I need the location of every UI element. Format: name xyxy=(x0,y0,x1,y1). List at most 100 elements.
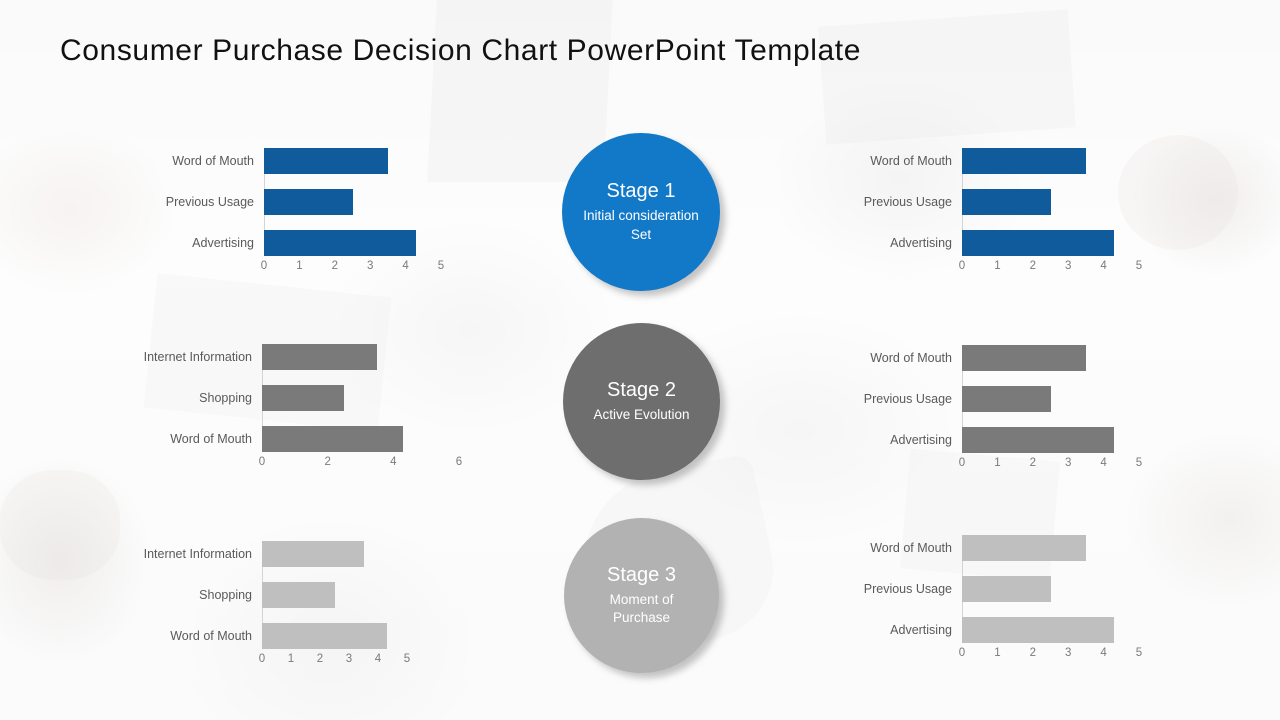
axis-tick-label: 4 xyxy=(1100,647,1107,659)
stage-title: Stage 3 xyxy=(607,563,676,586)
axis-tick-label: 4 xyxy=(1100,457,1107,469)
axis-tick-label: 0 xyxy=(258,456,266,468)
slide-canvas: Consumer Purchase Decision Chart PowerPo… xyxy=(0,0,1280,720)
bar-track xyxy=(262,623,407,649)
bar-chart-middle-right: Word of Mouth Previous Usage Advertising 0 1… xyxy=(812,345,1143,475)
axis-tick-label: 0 xyxy=(958,647,966,659)
bar-track xyxy=(262,385,459,411)
bar-chart-bottom-right: Word of Mouth Previous Usage Advertising 0 1… xyxy=(812,535,1143,665)
bar-fill xyxy=(962,189,1051,215)
bar-row: Previous Usage xyxy=(166,189,441,215)
bar-category-label: Shopping xyxy=(199,588,252,602)
bar-fill xyxy=(262,582,335,608)
bar-category-label: Previous Usage xyxy=(863,195,952,209)
bar-fill xyxy=(264,189,353,215)
stage-circle-3[interactable]: Stage 3 Moment of Purchase xyxy=(564,518,719,673)
bar-category-label: Advertising xyxy=(890,623,952,637)
axis-tick-label: 4 xyxy=(390,456,397,468)
axis-tick-label: 5 xyxy=(1135,647,1143,659)
bar-category-label: Advertising xyxy=(192,236,254,250)
plot-area: Word of Mouth Previous Usage Advertising xyxy=(864,148,1139,256)
axis-tick-label: 0 xyxy=(958,260,966,272)
bar-fill xyxy=(962,148,1086,174)
axis-tick-label: 5 xyxy=(1135,260,1143,272)
bar-row: Advertising xyxy=(890,230,1139,256)
bar-chart-bottom-left: Internet Information Shopping Word of Mout… xyxy=(112,541,410,671)
bar-fill xyxy=(262,426,404,452)
axis-tick-label: 1 xyxy=(994,457,1001,469)
axis-tick-label: 1 xyxy=(296,260,303,272)
bar-category-label: Word of Mouth xyxy=(172,154,254,168)
bar-row: Word of Mouth xyxy=(170,426,459,452)
bar-category-label: Word of Mouth xyxy=(870,154,952,168)
x-axis-ticks: 0 1 2 3 4 5 xyxy=(259,653,410,671)
bar-chart-top-left: Word of Mouth Previous Usage Advertising 0 1… xyxy=(114,148,445,278)
bar-track xyxy=(962,617,1139,643)
axis-tick-label: 2 xyxy=(1029,260,1036,272)
axis-tick-label: 2 xyxy=(316,653,324,665)
axis-tick-label: 2 xyxy=(1029,647,1036,659)
bar-fill xyxy=(262,623,387,649)
bar-category-label: Previous Usage xyxy=(863,392,952,406)
bar-row: Word of Mouth xyxy=(172,148,441,174)
axis-tick-label: 3 xyxy=(1064,647,1072,659)
bar-fill xyxy=(262,385,345,411)
axis-tick-label: 3 xyxy=(1064,457,1072,469)
axis-tick-label: 4 xyxy=(374,653,382,665)
axis-tick-label: 4 xyxy=(1100,260,1107,272)
axis-tick-label: 4 xyxy=(402,260,409,272)
bar-category-label: Advertising xyxy=(890,236,952,250)
stage-circle-2[interactable]: Stage 2 Active Evolution xyxy=(563,323,720,480)
bar-row: Internet Information xyxy=(144,344,459,370)
bar-fill xyxy=(264,230,417,256)
bar-track xyxy=(962,535,1139,561)
axis-tick-label: 2 xyxy=(324,456,331,468)
bar-chart-top-right: Word of Mouth Previous Usage Advertising 0 1… xyxy=(812,148,1143,278)
bar-row: Shopping xyxy=(199,582,407,608)
bar-track xyxy=(264,148,441,174)
bar-row: Advertising xyxy=(192,230,441,256)
plot-area: Word of Mouth Previous Usage Advertising xyxy=(864,535,1139,643)
bar-fill xyxy=(962,386,1051,412)
bar-category-label: Advertising xyxy=(890,433,952,447)
bar-fill xyxy=(264,148,388,174)
bar-fill xyxy=(962,535,1086,561)
bar-chart-middle-left: Internet Information Shopping Word of Mout… xyxy=(112,344,462,474)
bar-category-label: Internet Information xyxy=(143,350,252,364)
x-axis-ticks: 0 2 4 6 xyxy=(258,456,462,474)
axis-tick-label: 5 xyxy=(1135,457,1143,469)
bar-track xyxy=(262,541,407,567)
axis-tick-label: 3 xyxy=(345,653,353,665)
stage-circle-1[interactable]: Stage 1 Initial consideration Set xyxy=(562,133,720,291)
bar-track xyxy=(962,427,1139,453)
bar-category-label: Word of Mouth xyxy=(870,541,952,555)
bar-row: Word of Mouth xyxy=(870,535,1139,561)
stage-subtitle: Initial consideration Set xyxy=(583,208,699,242)
bar-track xyxy=(262,426,459,452)
axis-tick-label: 2 xyxy=(1029,457,1036,469)
stage-title: Stage 2 xyxy=(607,378,676,401)
bar-fill xyxy=(962,576,1051,602)
stage-subtitle: Active Evolution xyxy=(593,406,690,422)
axis-tick-label: 5 xyxy=(437,260,445,272)
axis-tick-label: 0 xyxy=(260,260,268,272)
bar-track xyxy=(962,230,1139,256)
axis-tick-label: 1 xyxy=(287,653,295,665)
bar-category-label: Internet Information xyxy=(143,547,252,561)
bar-fill xyxy=(962,617,1115,643)
plot-area: Word of Mouth Previous Usage Advertising xyxy=(864,345,1139,453)
bar-fill xyxy=(962,345,1086,371)
bar-track xyxy=(262,344,459,370)
x-axis-ticks: 0 1 2 3 4 5 xyxy=(959,457,1143,475)
bar-fill xyxy=(962,427,1115,453)
bar-fill xyxy=(262,344,377,370)
bar-row: Internet Information xyxy=(144,541,407,567)
x-axis-ticks: 0 1 2 3 4 5 xyxy=(958,260,1143,278)
bar-category-label: Shopping xyxy=(199,391,252,405)
stage-title: Stage 1 xyxy=(606,180,676,203)
bar-category-label: Previous Usage xyxy=(863,582,952,596)
bar-track xyxy=(962,576,1139,602)
bar-category-label: Word of Mouth xyxy=(170,629,252,643)
bar-track xyxy=(264,189,441,215)
bar-row: Previous Usage xyxy=(864,386,1139,412)
